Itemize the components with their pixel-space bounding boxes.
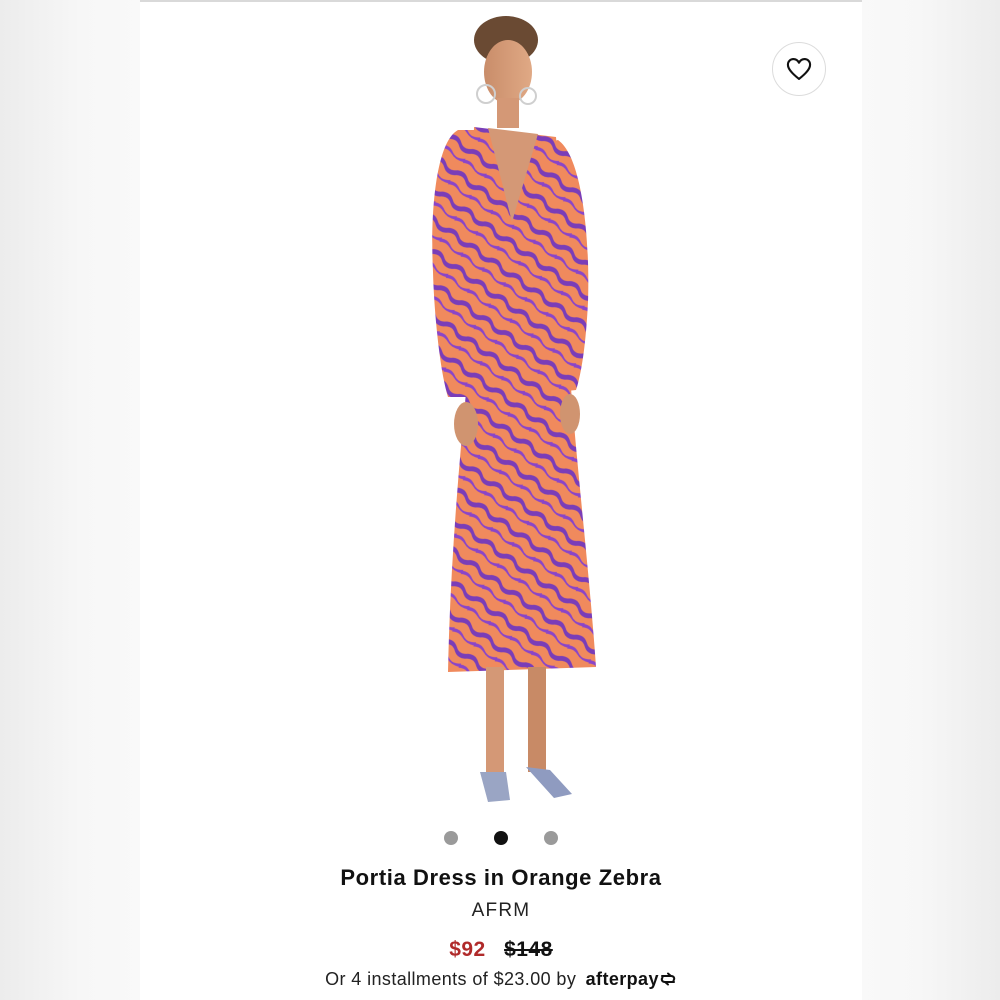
favorite-button[interactable] bbox=[772, 42, 826, 96]
afterpay-arrows-icon bbox=[660, 972, 676, 986]
afterpay-link[interactable]: afterpay bbox=[586, 969, 677, 989]
installments-text: Or 4 installments of $23.00 by bbox=[325, 969, 577, 989]
afterpay-label: afterpay bbox=[585, 969, 659, 989]
product-title: Portia Dress in Orange Zebra bbox=[340, 865, 662, 890]
carousel-dot-3[interactable] bbox=[544, 831, 558, 845]
sale-price: $92 bbox=[449, 938, 486, 961]
heart-icon bbox=[786, 58, 812, 80]
page: Portia Dress in Orange Zebra AFRM $92 $1… bbox=[0, 0, 1000, 1000]
product-brand[interactable]: AFRM bbox=[140, 900, 862, 922]
product-image[interactable] bbox=[378, 12, 628, 812]
carousel-dot-2[interactable] bbox=[494, 831, 508, 845]
product-card: Portia Dress in Orange Zebra AFRM $92 $1… bbox=[140, 0, 862, 1000]
image-carousel-dots bbox=[140, 831, 862, 845]
price-row: $92 $148 bbox=[140, 938, 862, 962]
carousel-dot-1[interactable] bbox=[444, 831, 458, 845]
installments-info: Or 4 installments of $23.00 by afterpay bbox=[140, 969, 862, 990]
original-price: $148 bbox=[504, 938, 553, 961]
